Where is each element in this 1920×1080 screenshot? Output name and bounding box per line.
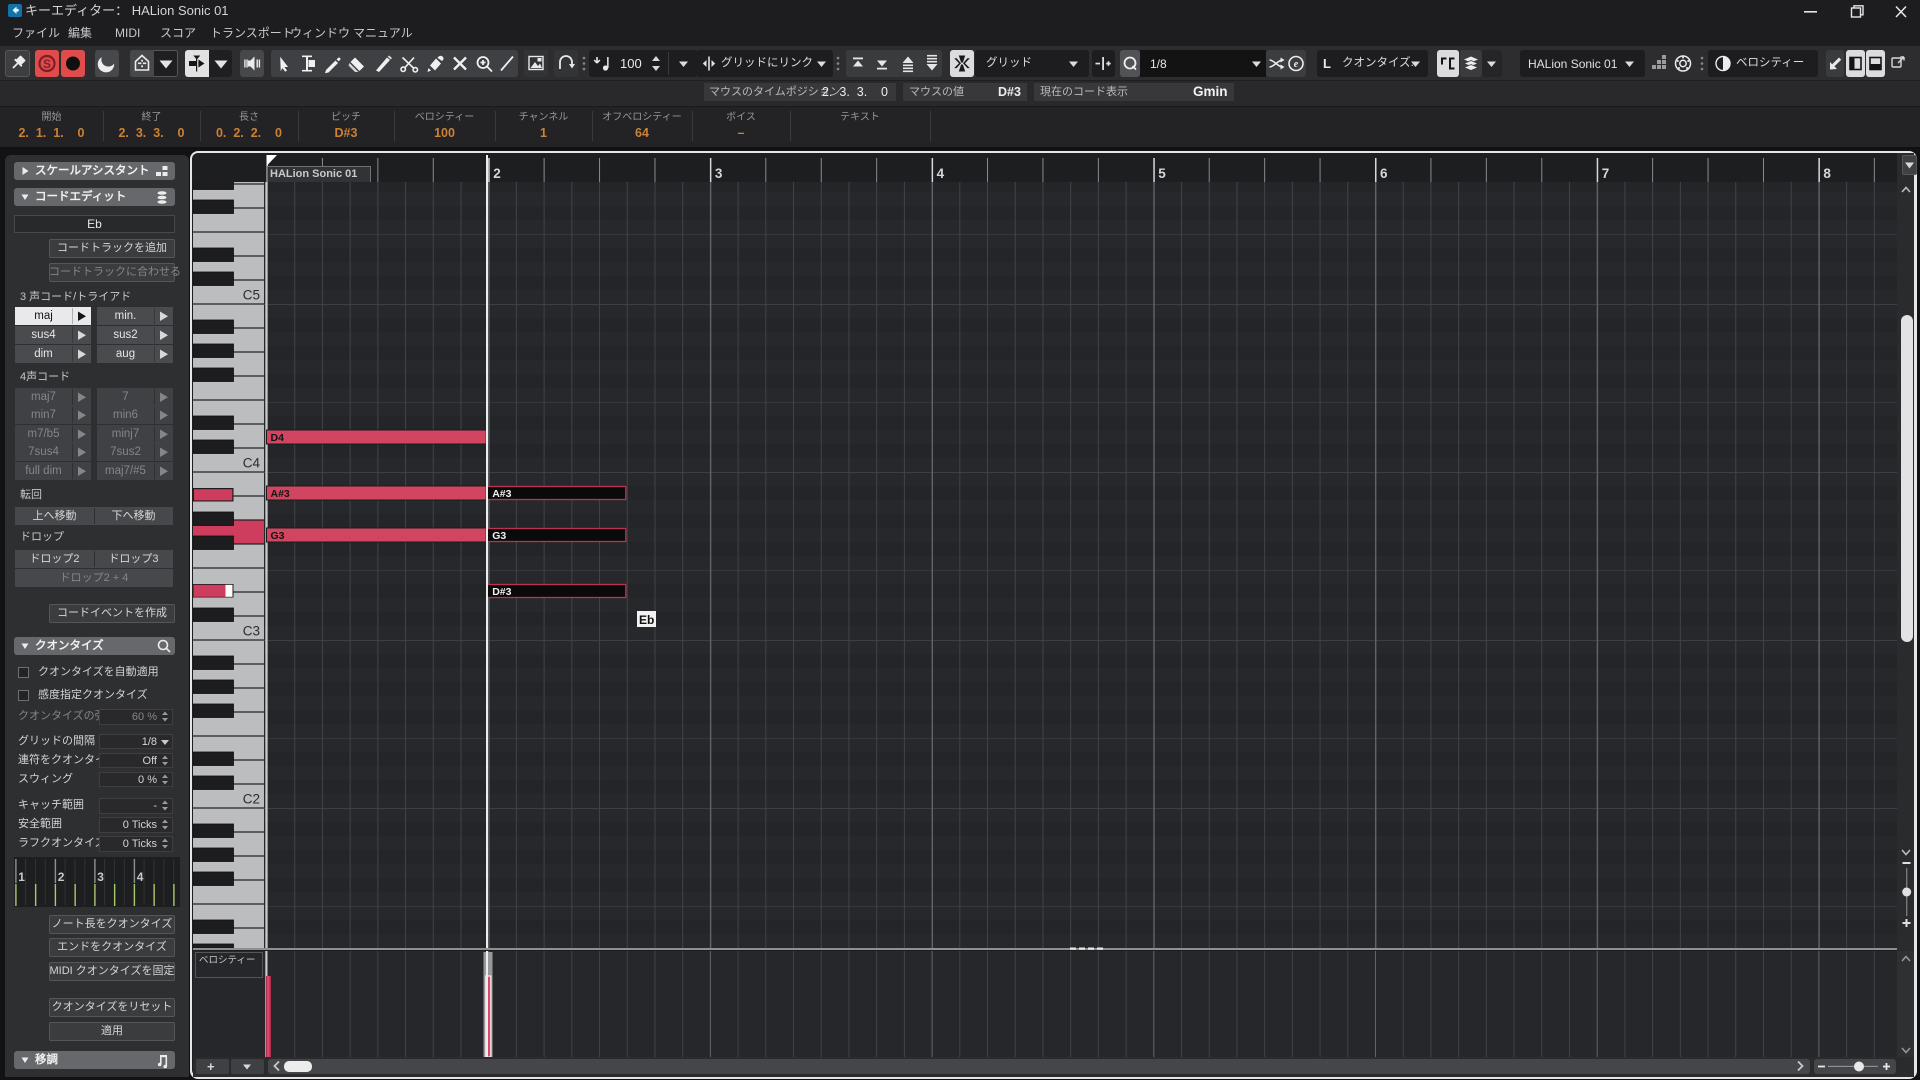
- svg-text:5: 5: [1158, 166, 1166, 181]
- svg-text:8: 8: [1823, 166, 1831, 181]
- svg-text:7: 7: [1602, 166, 1610, 181]
- svg-text:3: 3: [715, 166, 723, 181]
- svg-text:C4: C4: [243, 456, 261, 471]
- svg-text:C5: C5: [243, 288, 260, 303]
- svg-text:4: 4: [937, 166, 945, 181]
- svg-text:G3: G3: [271, 530, 285, 542]
- svg-text:A#3: A#3: [271, 488, 290, 500]
- svg-text:C3: C3: [243, 624, 260, 639]
- svg-text:6: 6: [1380, 166, 1388, 181]
- svg-text:A#3: A#3: [492, 488, 511, 500]
- svg-text:2: 2: [493, 166, 501, 181]
- svg-text:4: 4: [137, 870, 144, 884]
- svg-text:3: 3: [97, 870, 104, 884]
- svg-text:D4: D4: [271, 432, 285, 444]
- svg-text:2: 2: [58, 870, 65, 884]
- svg-text:S: S: [43, 57, 51, 71]
- svg-text:C2: C2: [243, 792, 260, 807]
- svg-text:e: e: [1294, 59, 1299, 70]
- svg-text:D#3: D#3: [492, 586, 511, 598]
- svg-text:1: 1: [18, 870, 25, 884]
- svg-text:G3: G3: [492, 530, 506, 542]
- svg-text:Eb: Eb: [639, 613, 654, 627]
